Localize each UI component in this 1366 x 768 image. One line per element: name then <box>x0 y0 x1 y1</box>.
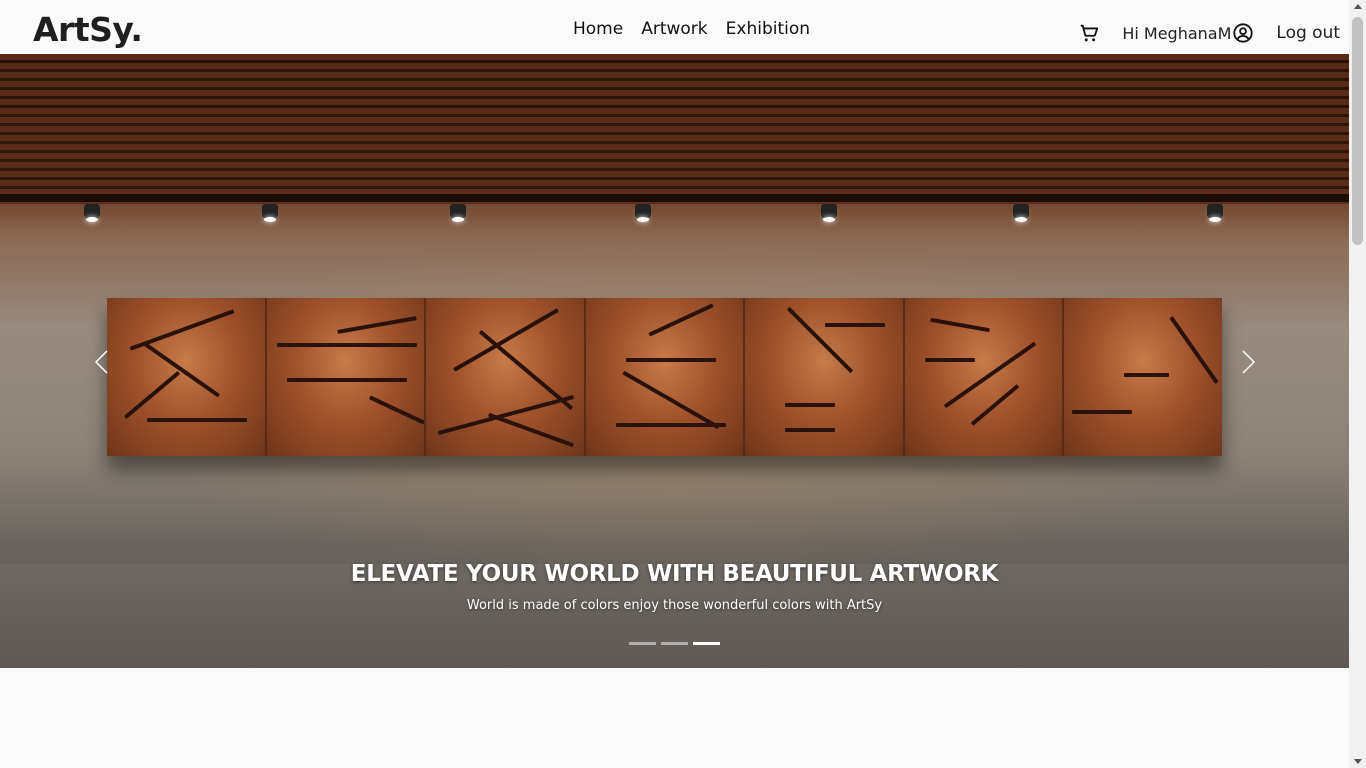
carousel-indicators <box>629 642 720 645</box>
chevron-left-icon[interactable] <box>92 350 112 374</box>
scroll-thumb[interactable] <box>1352 17 1363 245</box>
user-greeting: Hi MeghanaM <box>1122 23 1232 43</box>
mural-panel <box>426 298 586 456</box>
nav-right: Hi MeghanaM Log out <box>1078 22 1340 44</box>
page-scrollbar[interactable] <box>1349 0 1366 768</box>
mural-panel <box>585 298 746 456</box>
carousel-indicator-3[interactable] <box>693 642 720 645</box>
chevron-right-icon[interactable] <box>1238 350 1258 374</box>
hero-subtitle: World is made of colors enjoy those wond… <box>466 598 883 613</box>
nav-home[interactable]: Home <box>573 19 623 39</box>
spotlight <box>635 204 651 222</box>
mural-panel <box>745 298 905 456</box>
scroll-up-arrow-icon[interactable] <box>1354 4 1362 9</box>
scroll-down-arrow-icon[interactable] <box>1354 759 1362 764</box>
spotlight <box>84 204 100 222</box>
main-nav: Home Artwork Exhibition <box>573 19 810 39</box>
carousel-indicator-2[interactable] <box>661 642 688 645</box>
spotlight <box>1207 204 1223 222</box>
spotlight <box>821 204 837 222</box>
hero-carousel: ELEVATE YOUR WORLD WITH BEAUTIFUL ARTWOR… <box>0 54 1349 668</box>
spotlight <box>262 204 278 222</box>
mural-panel <box>266 298 427 456</box>
cart-icon[interactable] <box>1078 22 1100 44</box>
mural-panel <box>904 298 1065 456</box>
carousel-indicator-1[interactable] <box>629 642 656 645</box>
nav-exhibition[interactable]: Exhibition <box>726 19 810 39</box>
spotlight <box>450 204 466 222</box>
mural-panel <box>107 298 267 456</box>
hero-image-ceiling <box>0 54 1349 204</box>
nav-artwork[interactable]: Artwork <box>641 19 707 39</box>
hero-title: ELEVATE YOUR WORLD WITH BEAUTIFUL ARTWOR… <box>350 561 999 587</box>
navbar: ArtSy. Home Artwork Exhibition Hi Meghan… <box>0 0 1349 54</box>
logout-link[interactable]: Log out <box>1276 23 1340 43</box>
brand-logo[interactable]: ArtSy. <box>33 10 143 49</box>
hero-artwork-mural <box>107 298 1223 456</box>
mural-panel <box>1064 298 1223 456</box>
user-circle-icon[interactable] <box>1232 22 1254 44</box>
spotlight <box>1013 204 1029 222</box>
